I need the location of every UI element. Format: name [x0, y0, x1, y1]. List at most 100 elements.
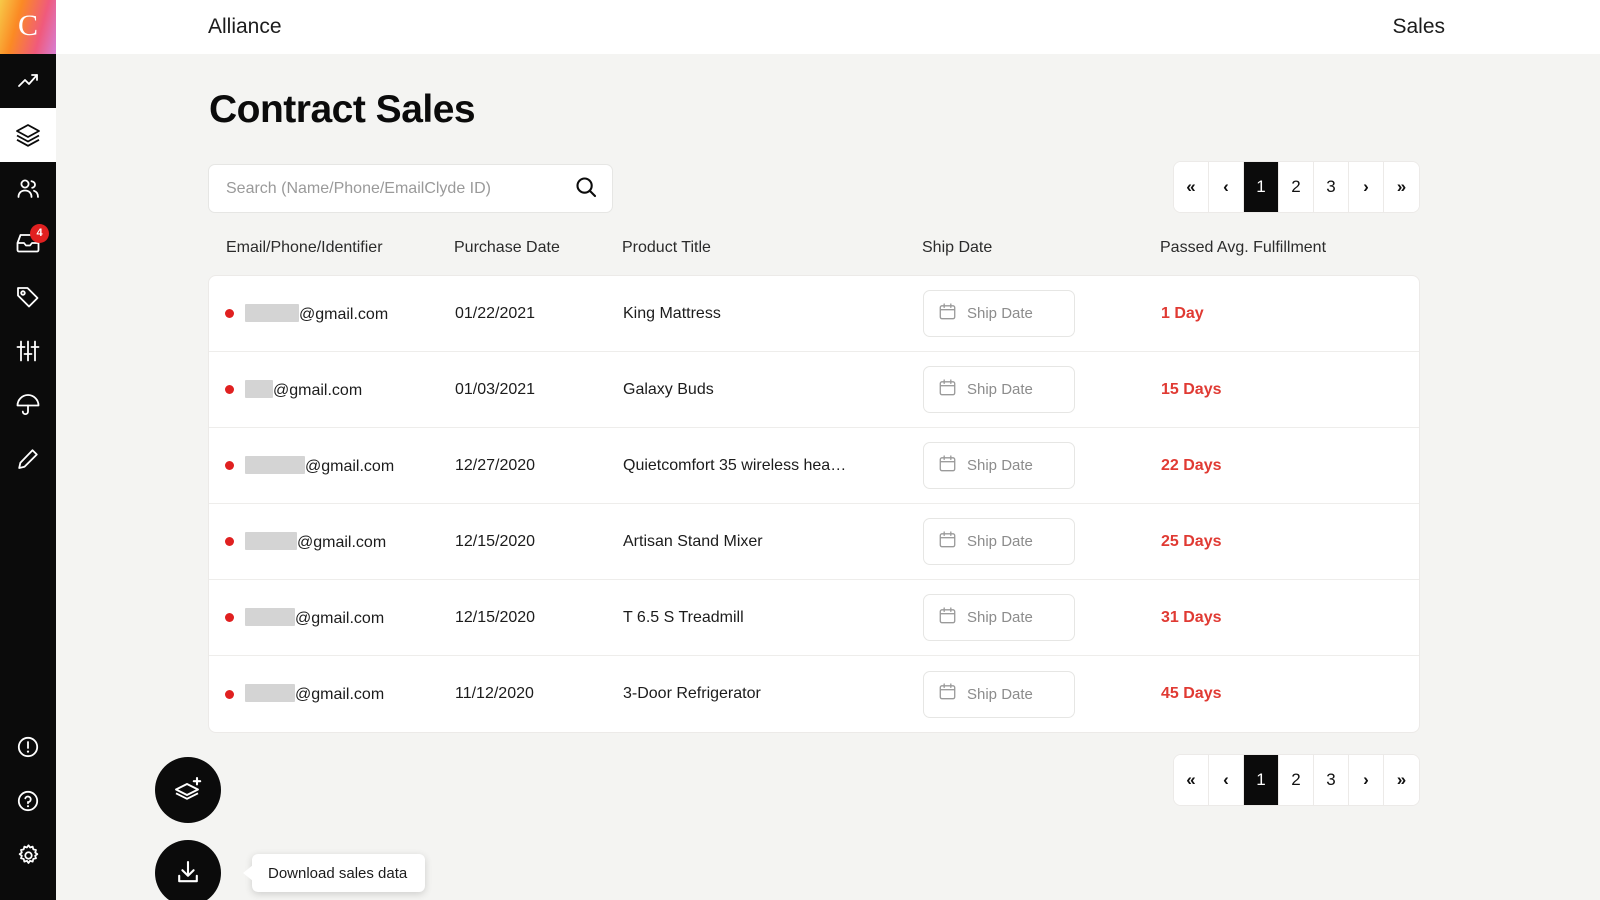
pagination-bottom-last[interactable]: » — [1384, 755, 1419, 805]
cell-ship-date: Ship Date — [923, 442, 1161, 489]
ship-date-input[interactable]: Ship Date — [923, 290, 1075, 337]
layers-plus-icon — [173, 774, 203, 807]
umbrella-icon — [15, 392, 41, 418]
pagination-bottom-page-1[interactable]: 1 — [1244, 755, 1279, 805]
pagination-bottom-first[interactable]: « — [1174, 755, 1209, 805]
email-value: @gmail.com — [245, 608, 384, 628]
cell-email: @gmail.com — [209, 380, 455, 400]
email-value: @gmail.com — [245, 304, 388, 324]
purchase-date-value: 12/15/2020 — [455, 533, 623, 551]
email-value: @gmail.com — [245, 456, 394, 476]
calendar-icon — [938, 302, 957, 326]
ship-date-input[interactable]: Ship Date — [923, 442, 1075, 489]
table-row[interactable]: @gmail.com 12/15/2020 Artisan Stand Mixe… — [209, 504, 1419, 580]
search-icon — [574, 175, 598, 202]
cell-purchase-date: 01/03/2021 — [455, 381, 623, 399]
ship-date-input[interactable]: Ship Date — [923, 518, 1075, 565]
cell-ship-date: Ship Date — [923, 366, 1161, 413]
cell-purchase-date: 12/27/2020 — [455, 457, 623, 475]
fulfillment-value: 15 Days — [1161, 381, 1222, 398]
inbox-badge: 4 — [30, 224, 49, 243]
calendar-icon — [938, 378, 957, 402]
pagination-bottom: « ‹ 1 2 3 › » — [1173, 754, 1420, 806]
ship-date-input[interactable]: Ship Date — [923, 366, 1075, 413]
sidebar-item-customers[interactable] — [0, 162, 56, 216]
download-sales-data-button[interactable] — [155, 840, 221, 900]
ship-date-placeholder: Ship Date — [967, 686, 1033, 703]
product-title-value: Quietcomfort 35 wireless hea… — [623, 457, 907, 475]
pagination-next[interactable]: › — [1349, 162, 1384, 212]
tag-icon — [15, 284, 41, 310]
sidebar-item-settings-sliders[interactable] — [0, 324, 56, 378]
sidebar-item-inbox[interactable]: 4 — [0, 216, 56, 270]
download-tooltip: Download sales data — [252, 854, 425, 892]
sidebar-item-edit[interactable] — [0, 432, 56, 486]
pagination-prev[interactable]: ‹ — [1209, 162, 1244, 212]
table-row[interactable]: @gmail.com 11/12/2020 3-Door Refrigerato… — [209, 656, 1419, 732]
ship-date-placeholder: Ship Date — [967, 457, 1033, 474]
purchase-date-value: 12/27/2020 — [455, 457, 623, 475]
sidebar-item-analytics[interactable] — [0, 54, 56, 108]
sidebar-item-protection[interactable] — [0, 378, 56, 432]
add-contract-button[interactable] — [155, 757, 221, 823]
pagination-page-2[interactable]: 2 — [1279, 162, 1314, 212]
email-suffix: @gmail.com — [273, 382, 362, 399]
fulfillment-value: 45 Days — [1161, 685, 1222, 702]
cell-product-title: King Mattress — [623, 305, 923, 323]
email-suffix: @gmail.com — [299, 306, 388, 323]
sliders-icon — [15, 338, 41, 364]
fulfillment-value: 22 Days — [1161, 457, 1222, 474]
pagination-page-1[interactable]: 1 — [1244, 162, 1279, 212]
pagination-bottom-page-2[interactable]: 2 — [1279, 755, 1314, 805]
pencil-icon — [16, 447, 40, 471]
cell-fulfillment: 15 Days — [1161, 381, 1401, 399]
cell-ship-date: Ship Date — [923, 594, 1161, 641]
ship-date-input[interactable]: Ship Date — [923, 671, 1075, 718]
column-header-fulfillment: Passed Avg. Fulfillment — [1160, 239, 1400, 257]
calendar-icon — [938, 606, 957, 630]
cell-fulfillment: 25 Days — [1161, 533, 1401, 551]
product-title-value: Artisan Stand Mixer — [623, 533, 907, 551]
section-label: Sales — [1392, 15, 1445, 39]
logo-letter: C — [18, 11, 38, 41]
trending-up-icon — [16, 69, 40, 93]
table-row[interactable]: @gmail.com 01/22/2021 King Mattress — [209, 276, 1419, 352]
cell-product-title: Galaxy Buds — [623, 381, 923, 399]
redaction-bar — [245, 380, 273, 398]
search-box[interactable] — [208, 164, 613, 213]
table-row[interactable]: @gmail.com 12/27/2020 Quietcomfort 35 wi… — [209, 428, 1419, 504]
table-row[interactable]: @gmail.com 01/03/2021 Galaxy Buds — [209, 352, 1419, 428]
layers-icon — [15, 122, 41, 148]
sidebar: C — [0, 0, 56, 900]
pagination-bottom-next[interactable]: › — [1349, 755, 1384, 805]
sidebar-item-products[interactable] — [0, 270, 56, 324]
pagination-bottom-prev[interactable]: ‹ — [1209, 755, 1244, 805]
pagination-bottom-page-3[interactable]: 3 — [1314, 755, 1349, 805]
cell-product-title: 3-Door Refrigerator — [623, 685, 923, 703]
product-title-value: Galaxy Buds — [623, 381, 907, 399]
app-logo[interactable]: C — [0, 0, 56, 54]
status-dot — [225, 309, 234, 318]
ship-date-placeholder: Ship Date — [967, 305, 1033, 322]
cell-product-title: Artisan Stand Mixer — [623, 533, 923, 551]
cell-fulfillment: 22 Days — [1161, 457, 1401, 475]
sidebar-item-settings[interactable] — [0, 828, 56, 882]
ship-date-input[interactable]: Ship Date — [923, 594, 1075, 641]
cell-email: @gmail.com — [209, 456, 455, 476]
pagination-page-3[interactable]: 3 — [1314, 162, 1349, 212]
pagination-first[interactable]: « — [1174, 162, 1209, 212]
search-button[interactable] — [560, 165, 612, 212]
table-row[interactable]: @gmail.com 12/15/2020 T 6.5 S Treadmill — [209, 580, 1419, 656]
status-dot — [225, 461, 234, 470]
fulfillment-value: 25 Days — [1161, 533, 1222, 550]
cell-email: @gmail.com — [209, 304, 455, 324]
pagination-last[interactable]: » — [1384, 162, 1419, 212]
cell-fulfillment: 1 Day — [1161, 305, 1401, 323]
sidebar-item-help[interactable] — [0, 774, 56, 828]
cell-purchase-date: 12/15/2020 — [455, 533, 623, 551]
sidebar-item-contracts[interactable] — [0, 108, 56, 162]
alert-circle-icon — [16, 735, 40, 759]
redaction-bar — [245, 456, 305, 474]
search-input[interactable] — [209, 180, 560, 198]
sidebar-item-alerts[interactable] — [0, 720, 56, 774]
